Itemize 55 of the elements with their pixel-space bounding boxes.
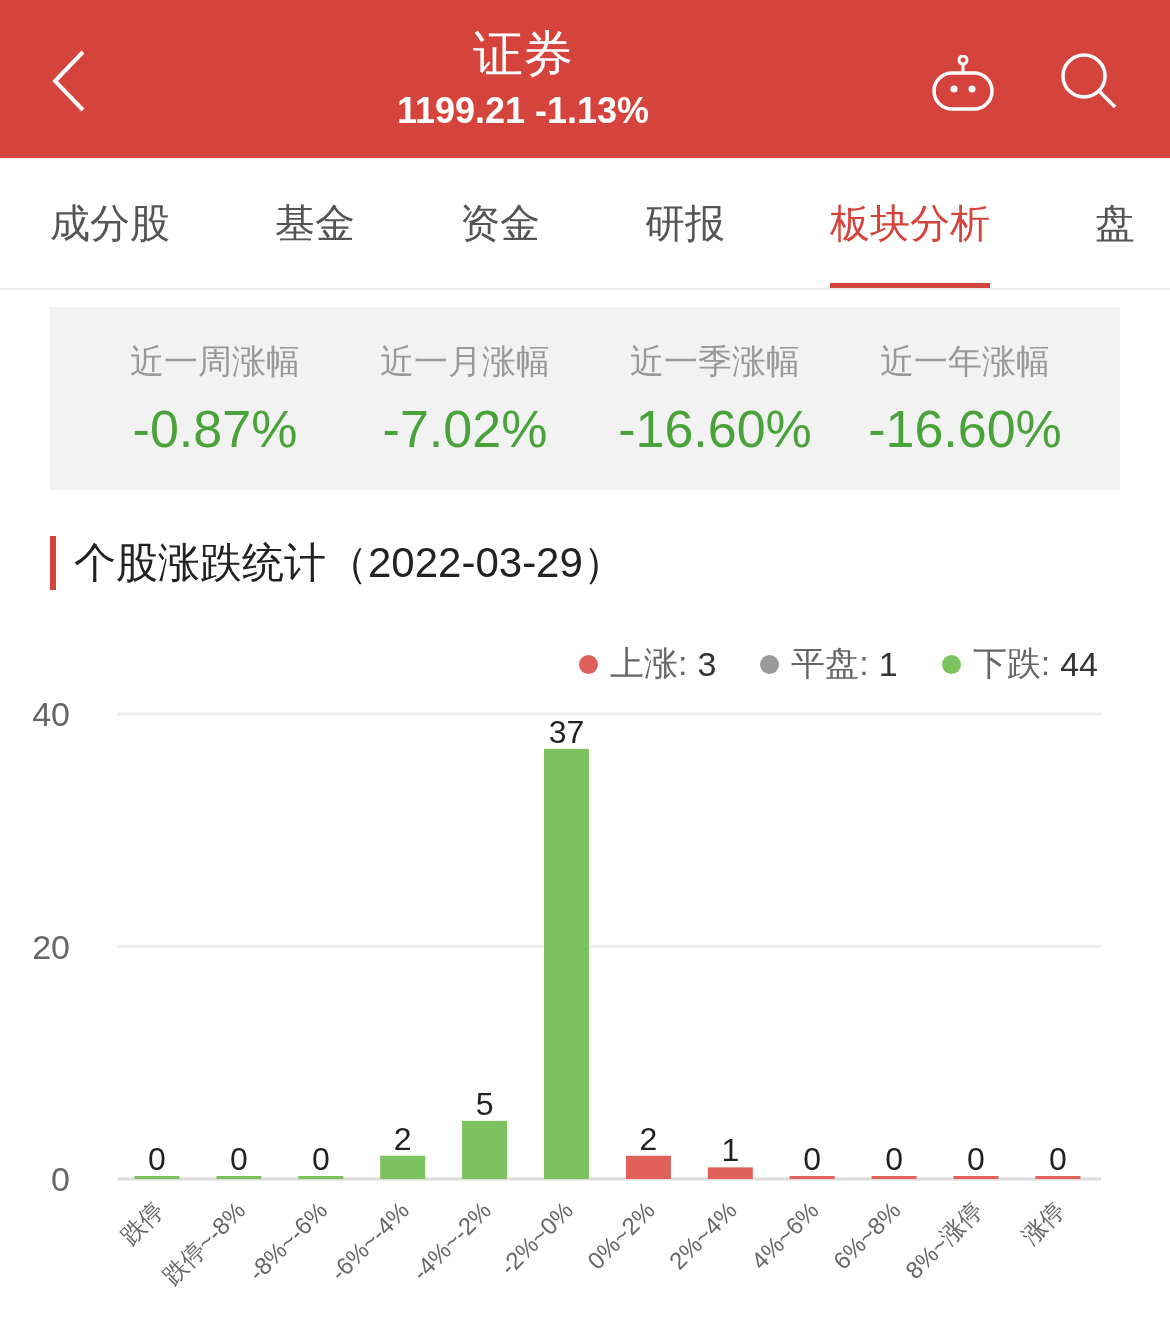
legend-label: 下跌: [972, 643, 1051, 684]
bar-value: 2 [393, 1120, 412, 1157]
legend-label: 平盘: [791, 643, 869, 684]
stat-value: -16.60% [618, 398, 812, 459]
stat-label: 近一月涨幅 [380, 340, 550, 382]
bar [953, 1176, 999, 1179]
bar-value: 5 [475, 1085, 494, 1122]
bar [216, 1176, 262, 1179]
tab[interactable]: 基金 [275, 158, 355, 288]
bar [789, 1176, 835, 1179]
bar [625, 1155, 671, 1179]
tab[interactable]: 成分股 [50, 158, 170, 288]
bar [1035, 1176, 1081, 1179]
back-icon[interactable] [52, 50, 86, 112]
bar-value: 0 [1049, 1141, 1067, 1177]
stat-value: -7.02% [382, 398, 548, 459]
robot-icon[interactable] [932, 55, 994, 111]
bar-value: 0 [967, 1141, 985, 1177]
tab[interactable]: 板块分析 [830, 158, 990, 288]
bar-value: 0 [885, 1141, 903, 1177]
bar [134, 1176, 180, 1179]
bar [707, 1167, 753, 1179]
bar [380, 1155, 426, 1179]
axis-label: 涨停 [1016, 1196, 1070, 1250]
section-marker [50, 536, 56, 590]
stat-value: -16.60% [868, 398, 1062, 459]
legend-count: 3 [697, 644, 717, 684]
legend-count: 1 [878, 644, 898, 684]
bar-value: 0 [148, 1141, 166, 1177]
axis-label: 40 [32, 695, 70, 733]
axis-label: 20 [32, 927, 70, 966]
page-title: 证券 [473, 25, 573, 84]
tab[interactable]: 盘 [1095, 158, 1135, 288]
axis-label: 跌停 [115, 1196, 169, 1250]
tab[interactable]: 资金 [460, 158, 540, 288]
bar-value: 0 [311, 1141, 330, 1177]
stat-label: 近一年涨幅 [880, 340, 1050, 382]
index-quote: 1199.21 -1.13% [396, 89, 650, 133]
tab[interactable]: 研报 [645, 158, 725, 288]
bar-value: 1 [721, 1132, 740, 1169]
search-icon[interactable] [1060, 52, 1118, 110]
stat-label: 近一季涨幅 [630, 340, 800, 382]
bar [462, 1120, 508, 1179]
bar-value: 2 [639, 1120, 658, 1157]
section-title: 个股涨跌统计（2022-03-29） [74, 538, 625, 588]
legend-count: 44 [1060, 644, 1098, 684]
bar [298, 1176, 344, 1179]
bar-value: 37 [548, 713, 585, 750]
bar-value: 0 [803, 1141, 822, 1177]
stat-label: 近一周涨幅 [130, 340, 300, 382]
axis-label: 0 [51, 1160, 70, 1198]
bar [871, 1176, 917, 1179]
bar-value: 0 [230, 1141, 248, 1177]
legend-label: 上涨: [609, 643, 688, 684]
stat-value: -0.87% [132, 398, 298, 459]
